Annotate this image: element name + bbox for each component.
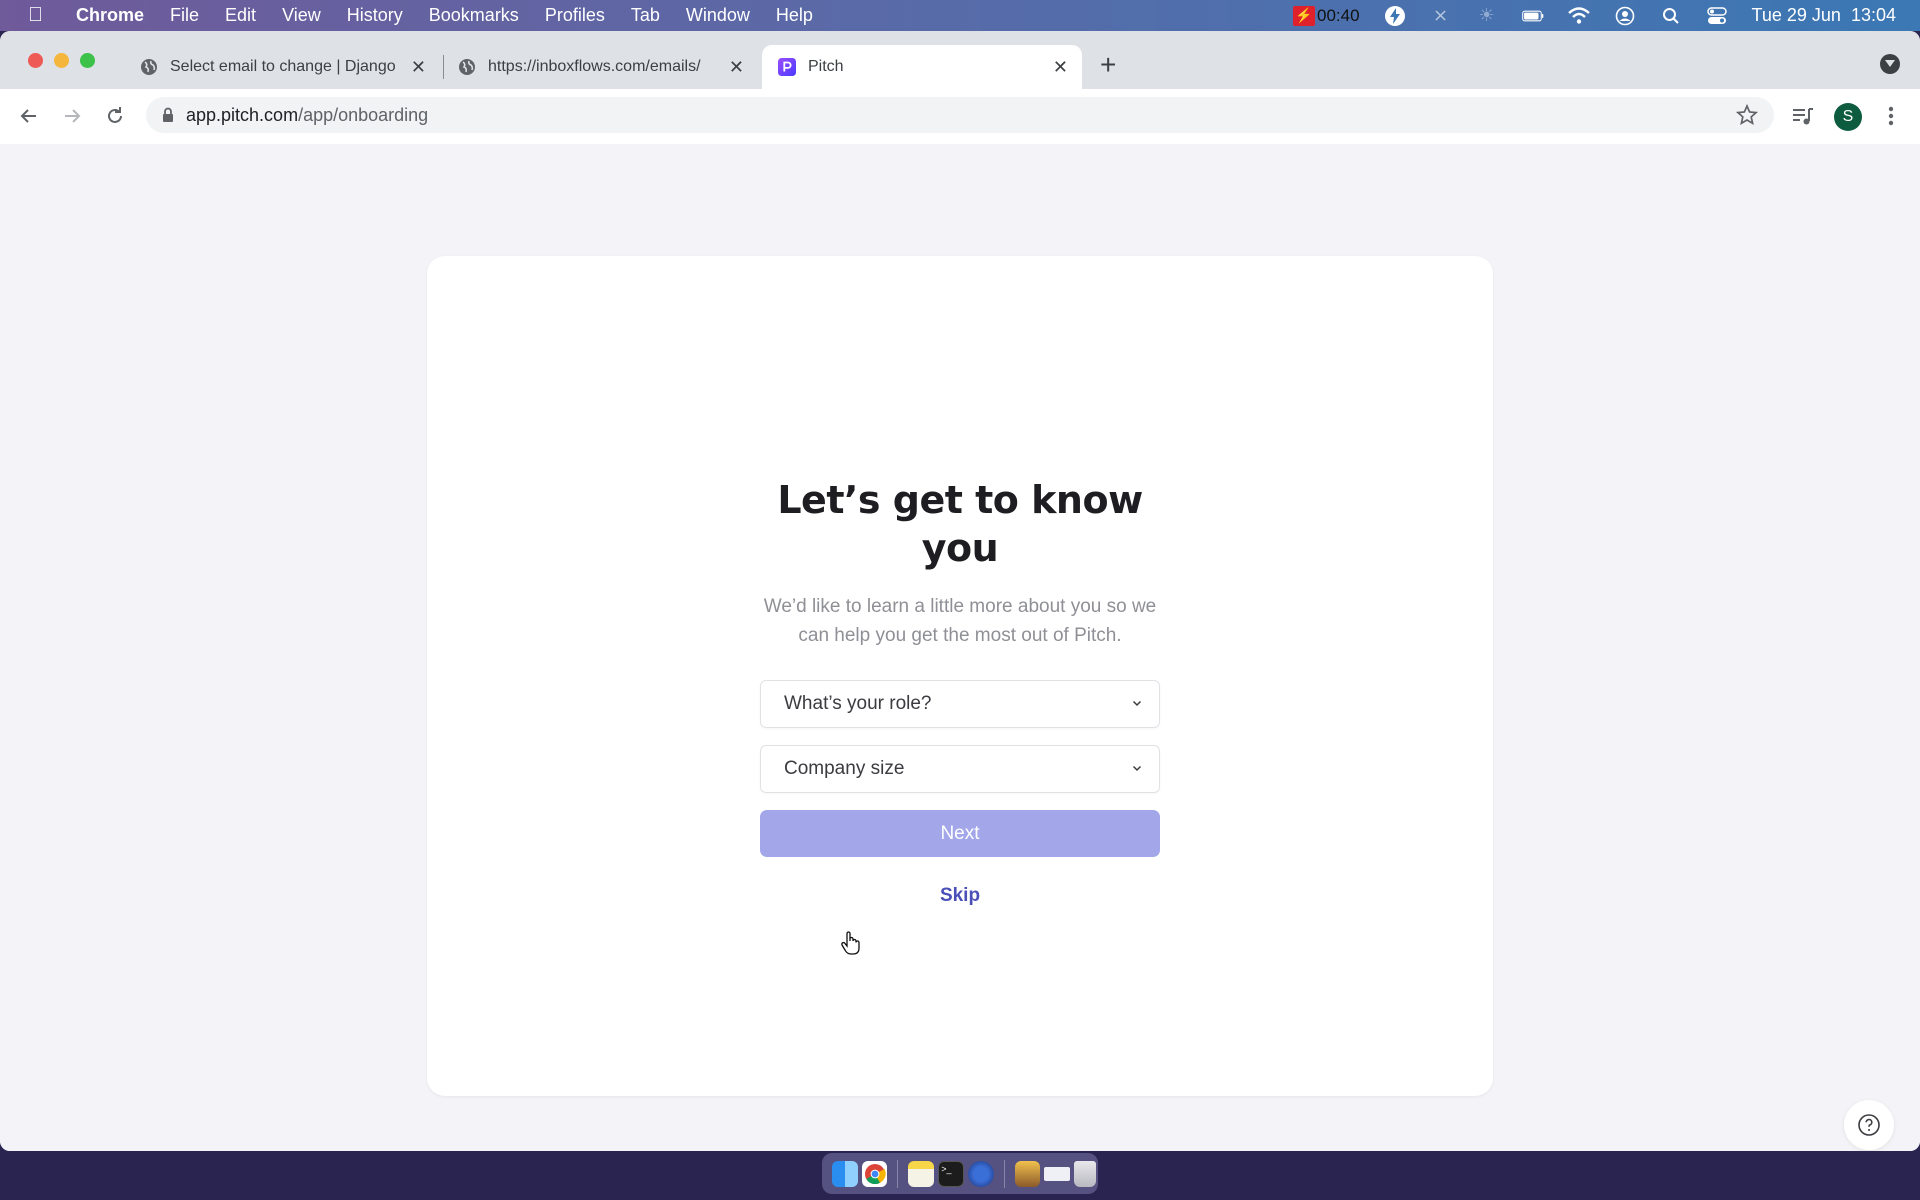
page-subtitle: We’d like to learn a little more about y…	[763, 596, 1157, 646]
notes-icon[interactable]	[908, 1160, 935, 1187]
tab-search-icon[interactable]	[1880, 54, 1900, 74]
next-button[interactable]: Next	[760, 810, 1160, 857]
bolt-icon[interactable]	[1384, 5, 1406, 27]
maximize-window-button[interactable]	[80, 53, 95, 68]
page-title: Let’s get to know you	[777, 478, 1143, 570]
company-size-select[interactable]: Company size	[760, 745, 1160, 793]
back-icon[interactable]	[16, 103, 42, 129]
onboarding-form: Let’s get to know you We’d like to learn…	[760, 476, 1160, 907]
menu-history[interactable]: History	[347, 5, 403, 26]
new-tab-button[interactable]: +	[1100, 49, 1116, 81]
tab-separator	[443, 55, 444, 79]
tab-title: Select email to change | Django	[170, 58, 396, 75]
trash-icon[interactable]	[1074, 1160, 1096, 1187]
search-icon[interactable]	[1660, 5, 1682, 27]
hand-cursor-icon	[841, 931, 860, 955]
close-tab-icon[interactable]: ✕	[1053, 57, 1068, 78]
question-icon	[1858, 1114, 1880, 1136]
help-button[interactable]	[1844, 1100, 1894, 1150]
recording-icon: ⚡	[1293, 5, 1315, 26]
onboarding-card: Let’s get to know you We’d like to learn…	[427, 256, 1493, 1096]
recording-indicator[interactable]: ⚡ 00:40	[1293, 5, 1360, 26]
tab-title: https://inboxflows.com/emails/	[488, 58, 701, 75]
more-menu-icon[interactable]	[1878, 103, 1904, 129]
terminal-icon[interactable]: >_	[938, 1160, 964, 1187]
tab-django[interactable]: Select email to change | Django ✕	[140, 45, 440, 89]
url-text[interactable]: app.pitch.com/app/onboarding	[186, 105, 428, 126]
wifi-icon[interactable]	[1567, 5, 1590, 27]
close-window-button[interactable]	[28, 53, 43, 68]
globe-icon	[140, 58, 158, 76]
dock-separator	[897, 1159, 899, 1188]
role-select-placeholder: What’s your role?	[784, 693, 932, 714]
user-icon[interactable]	[1614, 5, 1636, 27]
status-area: ⚡ 00:40 ⨯ ☀ Tue 29 Jun 13:04	[1293, 0, 1896, 31]
tab-pitch[interactable]: Pitch ✕	[762, 45, 1082, 89]
tab-strip: Select email to change | Django ✕ https:…	[0, 31, 1920, 89]
screenshot-tool-icon[interactable]	[1044, 1166, 1071, 1181]
address-bar[interactable]: app.pitch.com/app/onboarding	[146, 97, 1774, 133]
apple-menu-icon[interactable]: 	[28, 4, 48, 27]
reeder-icon[interactable]	[967, 1160, 994, 1187]
role-select[interactable]: What’s your role?	[760, 680, 1160, 728]
chrome-icon[interactable]	[861, 1160, 888, 1187]
chevron-down-icon	[1132, 765, 1142, 772]
minimize-window-button[interactable]	[54, 53, 69, 68]
menu-edit[interactable]: Edit	[225, 5, 256, 26]
browser-window: Select email to change | Django ✕ https:…	[0, 31, 1920, 1151]
menu-profiles[interactable]: Profiles	[545, 5, 605, 26]
reload-icon[interactable]	[102, 103, 128, 129]
close-tab-icon[interactable]: ✕	[729, 57, 744, 78]
bluetooth-icon[interactable]: ⨯	[1430, 5, 1452, 27]
profile-avatar[interactable]: S	[1834, 103, 1862, 131]
menu-file[interactable]: File	[170, 5, 199, 26]
recording-timer: 00:40	[1317, 5, 1360, 25]
control-center-icon[interactable]	[1706, 5, 1728, 27]
pitch-logo-icon	[778, 58, 796, 76]
dock-separator	[1003, 1159, 1005, 1188]
bookmark-star-icon[interactable]	[1735, 103, 1759, 131]
tab-title: Pitch	[808, 58, 844, 75]
reading-list-icon[interactable]	[1790, 103, 1816, 129]
macos-menubar:  Chrome File Edit View History Bookmark…	[0, 0, 1920, 31]
lock-icon[interactable]	[162, 107, 176, 123]
globe-icon	[458, 58, 476, 76]
company-size-select-placeholder: Company size	[784, 758, 905, 779]
archive-utility-icon[interactable]	[1014, 1160, 1041, 1187]
battery-icon[interactable]	[1521, 5, 1544, 27]
browser-toolbar: app.pitch.com/app/onboarding S	[0, 89, 1920, 145]
menubar-clock[interactable]: Tue 29 Jun 13:04	[1752, 5, 1896, 26]
page-content: Let’s get to know you We’d like to learn…	[0, 144, 1920, 1151]
menu-help[interactable]: Help	[776, 5, 813, 26]
menu-tab[interactable]: Tab	[631, 5, 660, 26]
brightness-icon[interactable]: ☀	[1476, 5, 1498, 27]
chevron-down-icon	[1132, 700, 1142, 707]
menu-view[interactable]: View	[282, 5, 321, 26]
macos-dock: >_	[822, 1153, 1098, 1194]
menu-app-name[interactable]: Chrome	[76, 5, 144, 26]
skip-link[interactable]: Skip	[760, 885, 1160, 907]
url-domain: app.pitch.com	[186, 104, 299, 125]
menu-bookmarks[interactable]: Bookmarks	[429, 5, 519, 26]
finder-icon[interactable]	[832, 1160, 858, 1187]
tab-inboxflows[interactable]: https://inboxflows.com/emails/ ✕	[458, 45, 758, 89]
menu-window[interactable]: Window	[686, 5, 750, 26]
close-tab-icon[interactable]: ✕	[411, 57, 426, 78]
forward-icon[interactable]	[59, 103, 85, 129]
url-path: /app/onboarding	[298, 104, 429, 125]
